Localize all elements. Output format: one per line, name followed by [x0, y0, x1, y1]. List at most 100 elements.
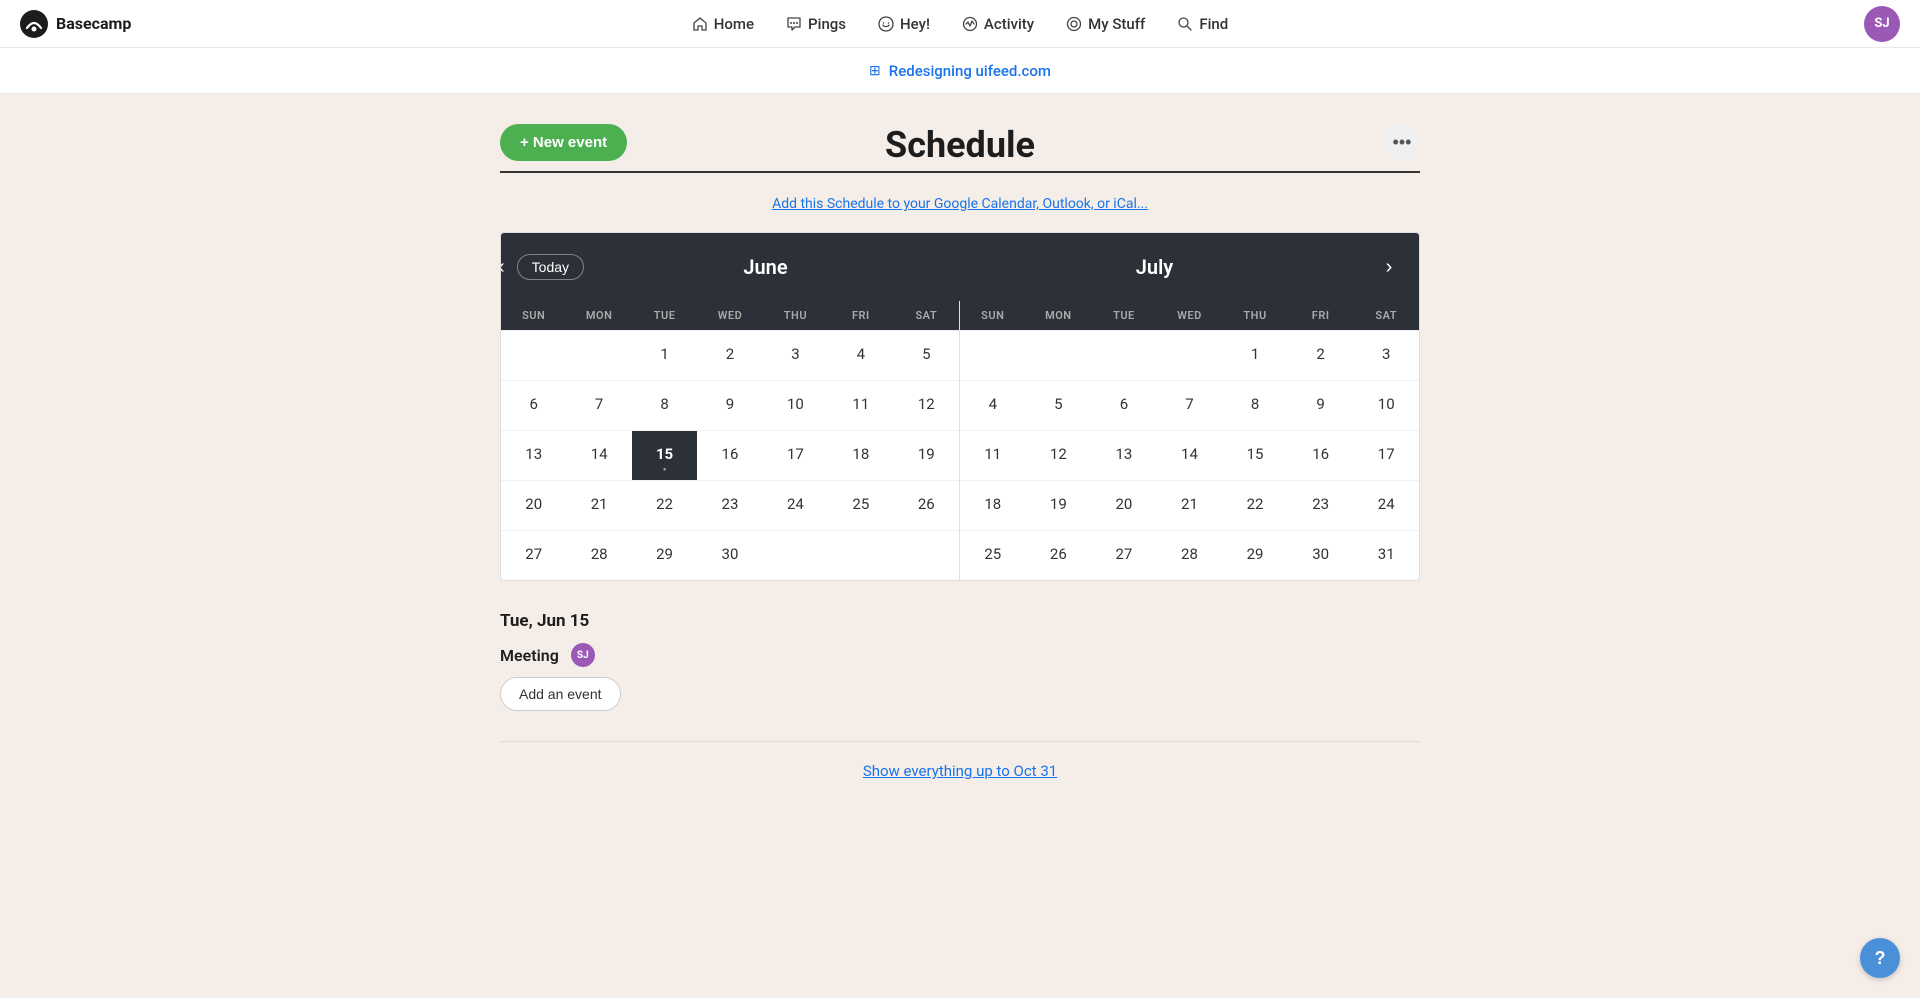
cal-day[interactable]: 11 — [828, 380, 893, 430]
cal-day[interactable]: 2 — [697, 330, 762, 380]
day-header-mon-jul: MON — [1026, 301, 1092, 330]
day-header-tue: TUE — [632, 301, 697, 330]
cal-day[interactable]: 26 — [1026, 530, 1092, 580]
cal-day[interactable]: 2 — [1288, 330, 1354, 380]
cal-day[interactable]: 19 — [1026, 480, 1092, 530]
nav-hey[interactable]: Hey! — [878, 15, 930, 33]
cal-day-today[interactable]: 15 — [632, 430, 697, 480]
cal-day[interactable]: 24 — [1353, 480, 1419, 530]
cal-day[interactable]: 12 — [1026, 430, 1092, 480]
cal-day[interactable]: 21 — [566, 480, 631, 530]
cal-day[interactable]: 1 — [1222, 330, 1288, 380]
cal-day[interactable]: 16 — [1288, 430, 1354, 480]
my-stuff-icon — [1066, 16, 1082, 32]
project-link-text: Redesigning uifeed.com — [889, 62, 1051, 80]
activity-icon — [962, 16, 978, 32]
cal-day[interactable]: 10 — [1353, 380, 1419, 430]
page-header: + New event Schedule ••• — [500, 124, 1420, 161]
cal-day — [828, 530, 893, 580]
cal-day[interactable]: 16 — [697, 430, 762, 480]
cal-day[interactable]: 11 — [960, 430, 1026, 480]
event-section: Tue, Jun 15 Meeting SJ Add an event — [500, 611, 1420, 711]
cal-day[interactable]: 10 — [763, 380, 828, 430]
event-row: Meeting SJ — [500, 643, 1420, 667]
nav-find[interactable]: Find — [1177, 15, 1228, 33]
cal-day[interactable]: 31 — [1353, 530, 1419, 580]
cal-day[interactable]: 7 — [1157, 380, 1223, 430]
nav-my-stuff[interactable]: My Stuff — [1066, 15, 1145, 33]
show-more-link[interactable]: Show everything up to Oct 31 — [500, 762, 1420, 780]
cal-day[interactable]: 8 — [1222, 380, 1288, 430]
project-link[interactable]: ⊞ Redesigning uifeed.com — [869, 62, 1051, 80]
nav-pings[interactable]: Pings — [786, 15, 846, 33]
cal-day[interactable]: 9 — [1288, 380, 1354, 430]
cal-day[interactable]: 29 — [1222, 530, 1288, 580]
logo-link[interactable]: Basecamp — [20, 10, 131, 38]
event-date-header: Tue, Jun 15 — [500, 611, 1420, 631]
cal-day[interactable]: 21 — [1157, 480, 1223, 530]
cal-day[interactable]: 25 — [960, 530, 1026, 580]
cal-day[interactable]: 19 — [894, 430, 959, 480]
avatar[interactable]: SJ — [1864, 6, 1900, 42]
cal-day[interactable]: 30 — [697, 530, 762, 580]
help-button[interactable]: ? — [1860, 938, 1900, 978]
cal-day[interactable]: 20 — [1091, 480, 1157, 530]
cal-day[interactable]: 23 — [697, 480, 762, 530]
add-event-button[interactable]: Add an event — [500, 677, 621, 711]
cal-day[interactable]: 20 — [501, 480, 566, 530]
cal-day[interactable]: 22 — [1222, 480, 1288, 530]
cal-day[interactable]: 4 — [828, 330, 893, 380]
cal-day[interactable]: 13 — [501, 430, 566, 480]
cal-day[interactable]: 6 — [501, 380, 566, 430]
cal-day[interactable]: 18 — [960, 480, 1026, 530]
cal-day[interactable]: 6 — [1091, 380, 1157, 430]
cal-day[interactable]: 23 — [1288, 480, 1354, 530]
cal-day[interactable]: 30 — [1288, 530, 1354, 580]
cal-day[interactable]: 26 — [894, 480, 959, 530]
cal-day[interactable]: 25 — [828, 480, 893, 530]
calendar-subscription-link[interactable]: Add this Schedule to your Google Calenda… — [772, 196, 1148, 212]
cal-day[interactable]: 24 — [763, 480, 828, 530]
cal-day[interactable]: 3 — [763, 330, 828, 380]
cal-day[interactable]: 17 — [763, 430, 828, 480]
calendar-subscription-row: Add this Schedule to your Google Calenda… — [500, 193, 1420, 212]
new-event-button[interactable]: + New event — [500, 124, 627, 161]
cal-day[interactable]: 14 — [1157, 430, 1223, 480]
cal-day[interactable]: 7 — [566, 380, 631, 430]
cal-day — [960, 330, 1026, 380]
day-header-thu-jul: THU — [1222, 301, 1288, 330]
cal-day[interactable]: 5 — [1026, 380, 1092, 430]
calendar-prev-button[interactable]: ‹ — [500, 247, 505, 287]
calendar-grid: SUN MON TUE WED THU FRI SAT 1 2 3 4 5 — [501, 301, 1419, 580]
cal-day[interactable]: 14 — [566, 430, 631, 480]
day-header-sun-jul: SUN — [960, 301, 1026, 330]
event-name[interactable]: Meeting — [500, 646, 559, 665]
main-content: + New event Schedule ••• Add this Schedu… — [480, 94, 1440, 840]
cal-day[interactable]: 5 — [894, 330, 959, 380]
cal-day[interactable]: 3 — [1353, 330, 1419, 380]
calendar-next-button[interactable]: › — [1369, 247, 1409, 287]
cal-day[interactable]: 18 — [828, 430, 893, 480]
cal-day[interactable]: 15 — [1222, 430, 1288, 480]
cal-day[interactable]: 4 — [960, 380, 1026, 430]
cal-day[interactable]: 27 — [1091, 530, 1157, 580]
cal-day[interactable]: 29 — [632, 530, 697, 580]
cal-day[interactable]: 27 — [501, 530, 566, 580]
project-grid-icon: ⊞ — [869, 63, 881, 79]
cal-day[interactable]: 28 — [1157, 530, 1223, 580]
cal-day[interactable]: 12 — [894, 380, 959, 430]
nav-home[interactable]: Home — [692, 15, 754, 33]
cal-day[interactable]: 13 — [1091, 430, 1157, 480]
cal-day[interactable]: 8 — [632, 380, 697, 430]
cal-day[interactable]: 9 — [697, 380, 762, 430]
more-options-button[interactable]: ••• — [1384, 124, 1420, 160]
day-header-thu: THU — [763, 301, 828, 330]
cal-day — [1026, 330, 1092, 380]
cal-day[interactable]: 17 — [1353, 430, 1419, 480]
nav-activity[interactable]: Activity — [962, 15, 1034, 33]
cal-day[interactable]: 28 — [566, 530, 631, 580]
calendar: ‹ Today June July › — [500, 232, 1420, 581]
cal-day[interactable]: 22 — [632, 480, 697, 530]
cal-day[interactable]: 1 — [632, 330, 697, 380]
page-title: Schedule — [885, 124, 1035, 166]
